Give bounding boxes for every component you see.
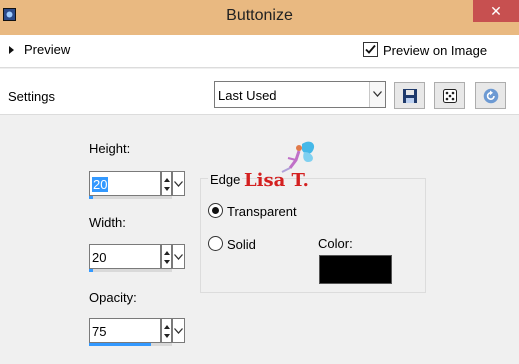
edge-transparent-label[interactable]: Transparent xyxy=(227,204,297,219)
settings-label: Settings xyxy=(8,89,55,104)
chevron-down-icon xyxy=(174,181,183,187)
reset-icon xyxy=(483,88,499,104)
chevron-down-icon xyxy=(174,254,183,260)
preset-select[interactable]: Last Used xyxy=(214,81,386,108)
arrow-up-icon[interactable] xyxy=(164,251,170,255)
width-value: 20 xyxy=(92,250,107,265)
width-slider-track[interactable] xyxy=(89,269,172,272)
height-slider-fill xyxy=(89,196,94,199)
randomize-button[interactable] xyxy=(434,82,465,109)
save-preset-button[interactable] xyxy=(394,82,425,109)
height-label: Height: xyxy=(89,141,131,156)
edge-group-title: Edge xyxy=(208,172,243,187)
close-button[interactable]: ✕ xyxy=(473,0,519,22)
opacity-input[interactable]: 75 xyxy=(89,318,161,343)
opacity-stepper[interactable] xyxy=(161,318,172,343)
width-spinner[interactable]: 20 xyxy=(89,244,185,272)
edge-group xyxy=(200,178,426,293)
edge-solid-radio[interactable] xyxy=(208,236,223,251)
edge-color-swatch[interactable] xyxy=(319,255,392,284)
opacity-dropdown-button[interactable] xyxy=(172,318,185,343)
chevron-down-icon[interactable] xyxy=(369,82,385,107)
color-label: Color: xyxy=(318,236,353,251)
checkmark-icon xyxy=(365,44,376,54)
width-dropdown-button[interactable] xyxy=(172,244,185,269)
width-stepper[interactable] xyxy=(161,244,172,269)
randomize-dice-icon xyxy=(443,89,457,103)
edge-transparent-radio[interactable] xyxy=(208,203,223,218)
opacity-spinner[interactable]: 75 xyxy=(89,318,185,346)
opacity-slider-track[interactable] xyxy=(89,343,172,346)
arrow-down-icon[interactable] xyxy=(164,334,170,338)
height-input[interactable]: 20 xyxy=(89,171,161,196)
expand-preview-icon[interactable] xyxy=(9,46,14,54)
save-icon xyxy=(403,89,417,103)
preset-value: Last Used xyxy=(218,88,277,103)
opacity-value: 75 xyxy=(92,324,107,339)
height-dropdown-button[interactable] xyxy=(172,171,185,196)
height-spinner[interactable]: 20 xyxy=(89,171,185,199)
width-slider-fill xyxy=(89,269,94,272)
window-title: Buttonize xyxy=(226,7,293,24)
height-slider-track[interactable] xyxy=(89,196,172,199)
height-stepper[interactable] xyxy=(161,171,172,196)
edge-solid-label[interactable]: Solid xyxy=(227,237,256,252)
height-value: 20 xyxy=(92,177,109,192)
arrow-down-icon[interactable] xyxy=(164,260,170,264)
opacity-label: Opacity: xyxy=(89,290,137,305)
opacity-slider-fill xyxy=(89,343,152,346)
arrow-up-icon[interactable] xyxy=(164,325,170,329)
watermark-text: Lisa T. xyxy=(244,170,309,191)
title-bar: Buttonize ✕ xyxy=(0,0,519,35)
preview-on-image-label[interactable]: Preview on Image xyxy=(383,43,487,58)
reset-button[interactable] xyxy=(475,82,506,109)
preview-bar: Preview Preview on Image xyxy=(0,35,519,68)
width-input[interactable]: 20 xyxy=(89,244,161,269)
width-label: Width: xyxy=(89,215,126,230)
settings-bar: Settings Last Used xyxy=(0,69,519,115)
arrow-down-icon[interactable] xyxy=(164,187,170,191)
preview-on-image-checkbox[interactable] xyxy=(363,42,378,57)
lisa-t-watermark: Lisa T. xyxy=(244,140,324,192)
chevron-down-icon xyxy=(174,328,183,334)
preview-toggle-label[interactable]: Preview xyxy=(24,42,70,57)
arrow-up-icon[interactable] xyxy=(164,178,170,182)
